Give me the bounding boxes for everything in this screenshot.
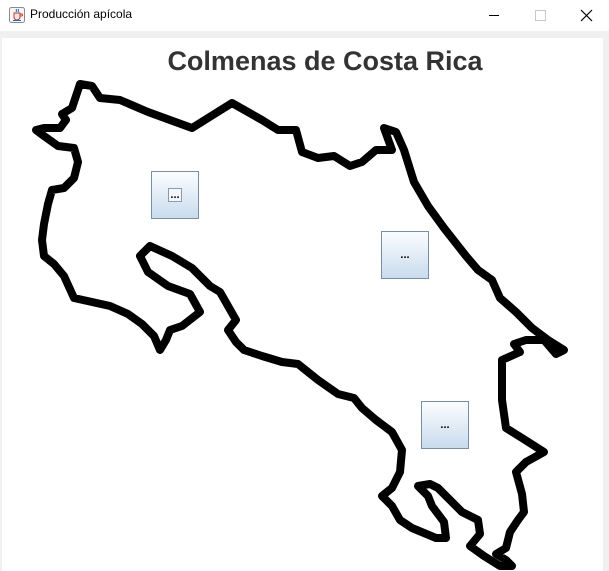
- hive-button-limon[interactable]: ...: [381, 231, 429, 279]
- hive-button-label: ...: [440, 419, 450, 431]
- costa-rica-map-outline: [32, 80, 568, 570]
- hive-button-label: ...: [168, 188, 182, 202]
- hive-button-puntarenas[interactable]: ...: [421, 401, 469, 449]
- hive-button-guanacaste[interactable]: ...: [151, 171, 199, 219]
- map-title: Colmenas de Costa Rica: [167, 46, 483, 76]
- hive-button-label: ...: [400, 249, 410, 261]
